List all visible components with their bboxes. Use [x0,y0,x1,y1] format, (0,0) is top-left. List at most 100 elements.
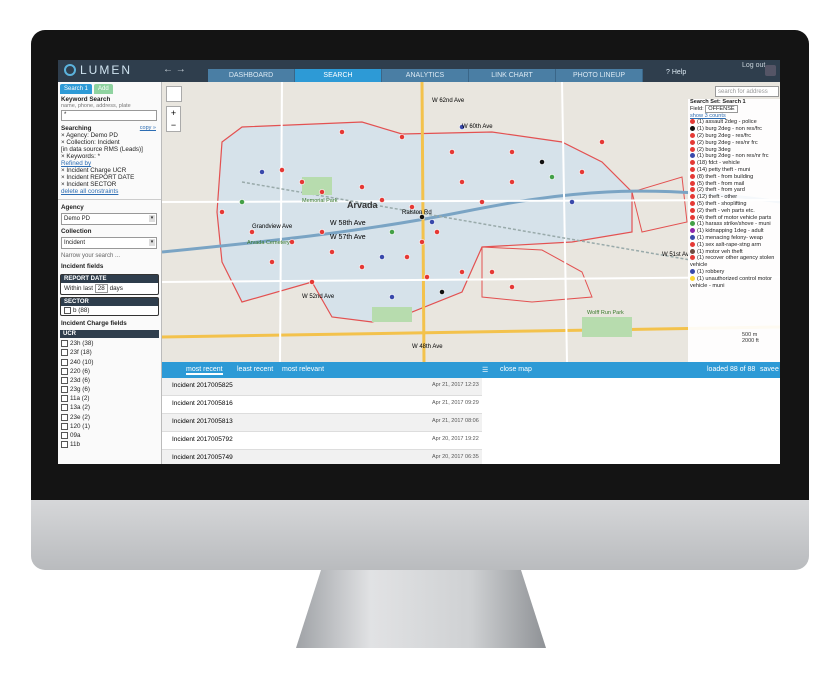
incident-marker[interactable] [389,294,395,300]
incident-marker[interactable] [509,149,515,155]
ucr-item[interactable]: 11b [58,440,161,449]
incident-marker[interactable] [459,179,465,185]
checkbox[interactable] [64,307,71,314]
legend-item[interactable]: (2) burg 2deg - res/nr frc [688,140,780,147]
result-title[interactable]: Incident 2017005816 [172,400,233,407]
close-map-button[interactable]: close map [500,366,532,373]
tab-analytics[interactable]: ANALYTICS [382,69,469,82]
incident-marker[interactable] [569,199,575,205]
incident-marker[interactable] [434,229,440,235]
checkbox[interactable] [61,422,68,430]
ucr-item[interactable]: 23g (6) [58,385,161,394]
incident-marker[interactable] [279,167,285,173]
incident-marker[interactable] [549,174,555,180]
ucr-item[interactable]: 23f (18) [58,348,161,357]
legend-item[interactable]: (5) theft - from mail [688,181,780,188]
layers-icon[interactable] [166,86,182,102]
incident-marker[interactable] [404,254,410,260]
ucr-item[interactable]: 220 (6) [58,367,161,376]
legend-item[interactable]: (1) assault 2deg - police [688,119,780,126]
checkbox[interactable] [61,431,68,439]
checkbox[interactable] [61,413,68,421]
logout-icon[interactable] [765,65,776,76]
incident-marker[interactable] [539,159,545,165]
incident-marker[interactable] [399,134,405,140]
incident-marker[interactable] [379,254,385,260]
ucr-item[interactable]: 09a [58,431,161,440]
legend-item[interactable]: (1) robbery [688,269,780,276]
incident-marker[interactable] [259,169,265,175]
ucr-item[interactable]: 23d (6) [58,376,161,385]
incident-marker[interactable] [239,199,245,205]
incident-marker[interactable] [319,189,325,195]
result-row[interactable]: Incident 2017005792 Apr 20, 2017 19:22 [162,432,482,450]
incident-marker[interactable] [219,209,225,215]
checkbox[interactable] [61,367,68,375]
legend-item[interactable]: (1) menacing felony- weap [688,235,780,242]
result-row[interactable]: Incident 2017005825 Apr 21, 2017 12:23 [162,378,482,396]
report-date-title[interactable]: REPORT DATE [61,275,158,283]
legend-item[interactable]: (2) burg 2deg - res/frc [688,133,780,140]
tab-photo-lineup[interactable]: PHOTO LINEUP [556,69,643,82]
legend-item[interactable]: (8) theft - from building [688,174,780,181]
result-row[interactable]: Incident 2017005749 Apr 20, 2017 06:35 [162,450,482,464]
ucr-item[interactable]: 13a (2) [58,403,161,412]
incident-marker[interactable] [359,184,365,190]
incident-marker[interactable] [459,269,465,275]
help-link[interactable]: ? Help [666,69,686,76]
app-logo[interactable]: LUMEN [64,63,132,77]
legend-item[interactable]: (1) kidnapping 1deg - adult [688,228,780,235]
incident-marker[interactable] [299,179,305,185]
refinement-item[interactable]: × Incident SECTOR [61,181,158,188]
zoom-in-button[interactable]: + [167,107,180,119]
checkbox[interactable] [61,340,68,348]
sort-most-recent[interactable]: most recent [186,366,223,375]
map-view[interactable]: + − Arvada W 58th Ave W 57th Ave W 62nd … [162,82,780,362]
incident-marker[interactable] [249,229,255,235]
incident-marker[interactable] [319,229,325,235]
incident-marker[interactable] [439,289,445,295]
legend-item[interactable]: (14) petty theft - muni [688,167,780,174]
address-search-input[interactable]: search for address [715,86,779,97]
legend-item[interactable]: (12) theft - other [688,194,780,201]
sort-least-recent[interactable]: least recent [237,366,273,373]
checkbox[interactable] [61,349,68,357]
collection-select[interactable]: Incident ▾ [61,237,157,249]
tab-link-chart[interactable]: LINK CHART [469,69,556,82]
result-title[interactable]: Incident 2017005825 [172,382,233,389]
legend-item[interactable]: (4) theft of motor vehicle parts [688,215,780,222]
checkbox[interactable] [61,395,68,403]
copy-link[interactable]: copy » [140,125,156,131]
tab-add-search[interactable]: Add [94,84,113,94]
legend-item[interactable]: (1) burg 2deg - non res/frc [688,126,780,133]
agency-select[interactable]: Demo PD ▾ [61,213,157,225]
incident-marker[interactable] [289,239,295,245]
within-days-input[interactable]: 28 [94,284,108,293]
result-title[interactable]: Incident 2017005792 [172,436,233,443]
save-button[interactable]: save [760,366,775,373]
sector-title[interactable]: SECTOR [61,298,158,306]
incident-marker[interactable] [389,229,395,235]
incident-marker[interactable] [489,269,495,275]
constraint-item[interactable]: × Keywords: * [61,153,158,160]
incident-marker[interactable] [379,197,385,203]
incident-marker[interactable] [599,139,605,145]
constraint-item[interactable]: × Collection: Incident [61,139,158,146]
ucr-item[interactable]: 23h (38) [58,339,161,348]
zoom-out-button[interactable]: − [167,119,180,131]
sort-most-relevant[interactable]: most relevant [282,366,324,373]
legend-item[interactable]: (1) motor veh theft [688,249,780,256]
checkbox[interactable] [61,358,68,366]
legend-item[interactable]: (1) sex aslt-rape-stng arm [688,242,780,249]
more-button[interactable]: e [775,366,779,373]
keyword-search-input[interactable]: * [61,110,157,121]
incident-marker[interactable] [509,179,515,185]
result-title[interactable]: Incident 2017005749 [172,454,233,461]
result-title[interactable]: Incident 2017005813 [172,418,233,425]
incident-marker[interactable] [409,204,415,210]
ucr-item[interactable]: 23e (2) [58,413,161,422]
incident-marker[interactable] [359,264,365,270]
constraint-item[interactable]: × Agency: Demo PD [61,132,158,139]
incident-marker[interactable] [424,274,430,280]
ucr-item[interactable]: 11a (2) [58,394,161,403]
